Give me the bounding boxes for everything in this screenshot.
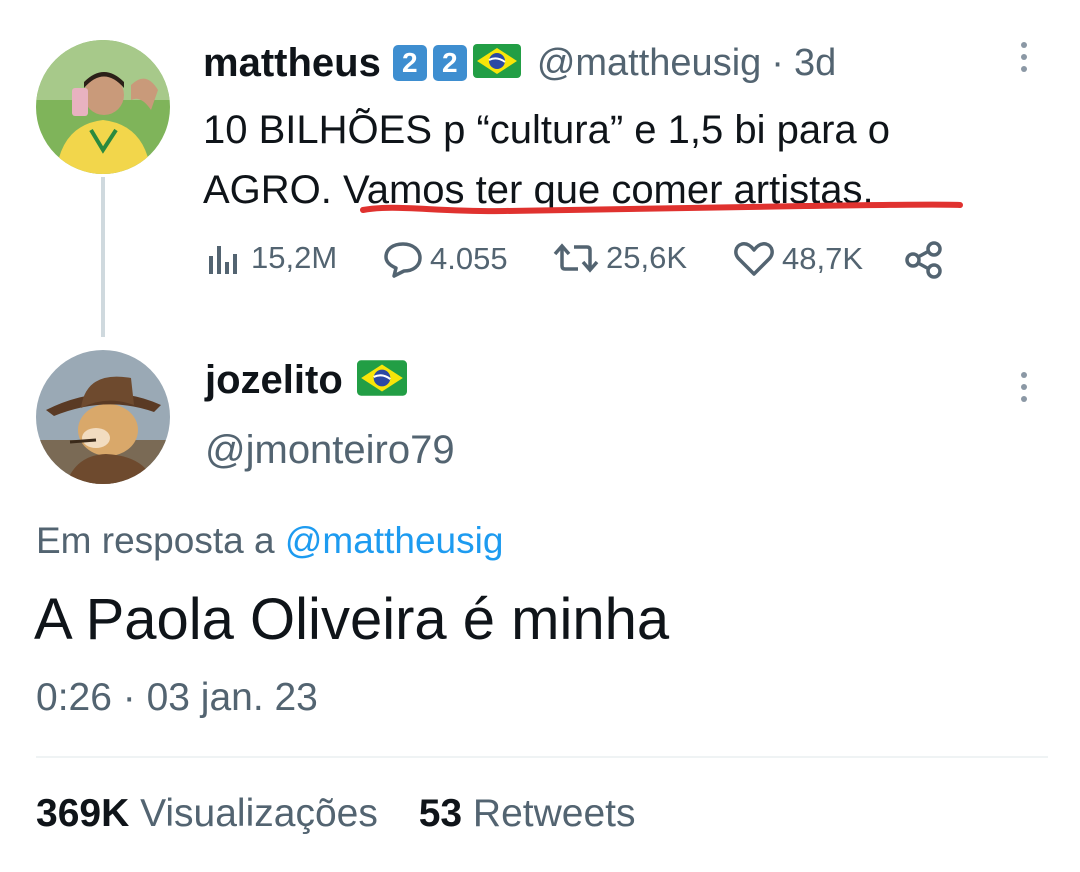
- retweet-metric[interactable]: 25,6K: [552, 240, 687, 276]
- reply-author-name[interactable]: jozelito: [205, 358, 343, 403]
- retweets-stat-count: 53: [418, 792, 463, 835]
- reply-timestamp[interactable]: 0:26 · 03 jan. 23: [36, 676, 318, 720]
- badge-2-icon: 2: [392, 45, 433, 81]
- engagement-stats: 369K Visualizações 53 Retweets: [36, 792, 636, 836]
- retweets-stat[interactable]: 53 Retweets: [419, 792, 636, 835]
- reply-icon: [384, 242, 422, 278]
- tweet-text-line1: 10 BILHÕES p “cultura” e 1,5 bi para o: [203, 108, 891, 152]
- separator-dot: ·: [771, 41, 784, 84]
- retweet-count: 25,6K: [606, 240, 688, 275]
- brazil-flag-icon: [356, 360, 407, 401]
- reply-header: jozelito: [205, 358, 407, 403]
- tweet-text-line2-start: AGRO.: [203, 168, 344, 212]
- red-underline-annotation: [360, 201, 963, 215]
- author-handle[interactable]: @mattheusig: [537, 42, 761, 85]
- reply-metric[interactable]: 4.055: [382, 240, 508, 278]
- avatar[interactable]: [36, 350, 170, 484]
- views-stat-count: 369K: [36, 792, 130, 835]
- views-metric[interactable]: 15,2M: [205, 240, 337, 276]
- views-count: 15,2M: [251, 240, 338, 275]
- heart-icon: [734, 242, 774, 276]
- reply-count: 4.055: [430, 241, 508, 276]
- in-reply-to: Em resposta a @mattheusig: [36, 520, 503, 562]
- like-metric[interactable]: 48,7K: [732, 240, 863, 278]
- author-name[interactable]: mattheus: [203, 41, 381, 86]
- more-options-icon[interactable]: [1021, 42, 1029, 78]
- reply-author-handle[interactable]: @jmonteiro79: [205, 428, 455, 473]
- tweet-header: mattheus 2 2 @mattheusig · 3d: [203, 38, 836, 88]
- share-icon[interactable]: [902, 240, 946, 285]
- retweets-stat-label: Retweets: [472, 792, 636, 835]
- divider: [36, 756, 1048, 758]
- in-reply-handle-link[interactable]: @mattheusig: [285, 520, 504, 561]
- like-count: 48,7K: [782, 241, 864, 276]
- badge-2-icon: 2: [432, 45, 473, 81]
- tweet-age[interactable]: 3d: [794, 42, 836, 85]
- avatar[interactable]: [36, 40, 170, 174]
- retweet-icon: [553, 243, 599, 273]
- bar-chart-icon: [209, 246, 237, 274]
- thread-line: [101, 177, 105, 337]
- views-stat-label: Visualizações: [140, 792, 378, 835]
- reply-text: A Paola Oliveira é minha: [34, 587, 670, 652]
- more-options-icon[interactable]: [1021, 372, 1029, 408]
- views-stat[interactable]: 369K Visualizações: [36, 792, 378, 835]
- in-reply-prefix: Em resposta a: [36, 520, 285, 561]
- brazil-flag-icon: [472, 43, 521, 83]
